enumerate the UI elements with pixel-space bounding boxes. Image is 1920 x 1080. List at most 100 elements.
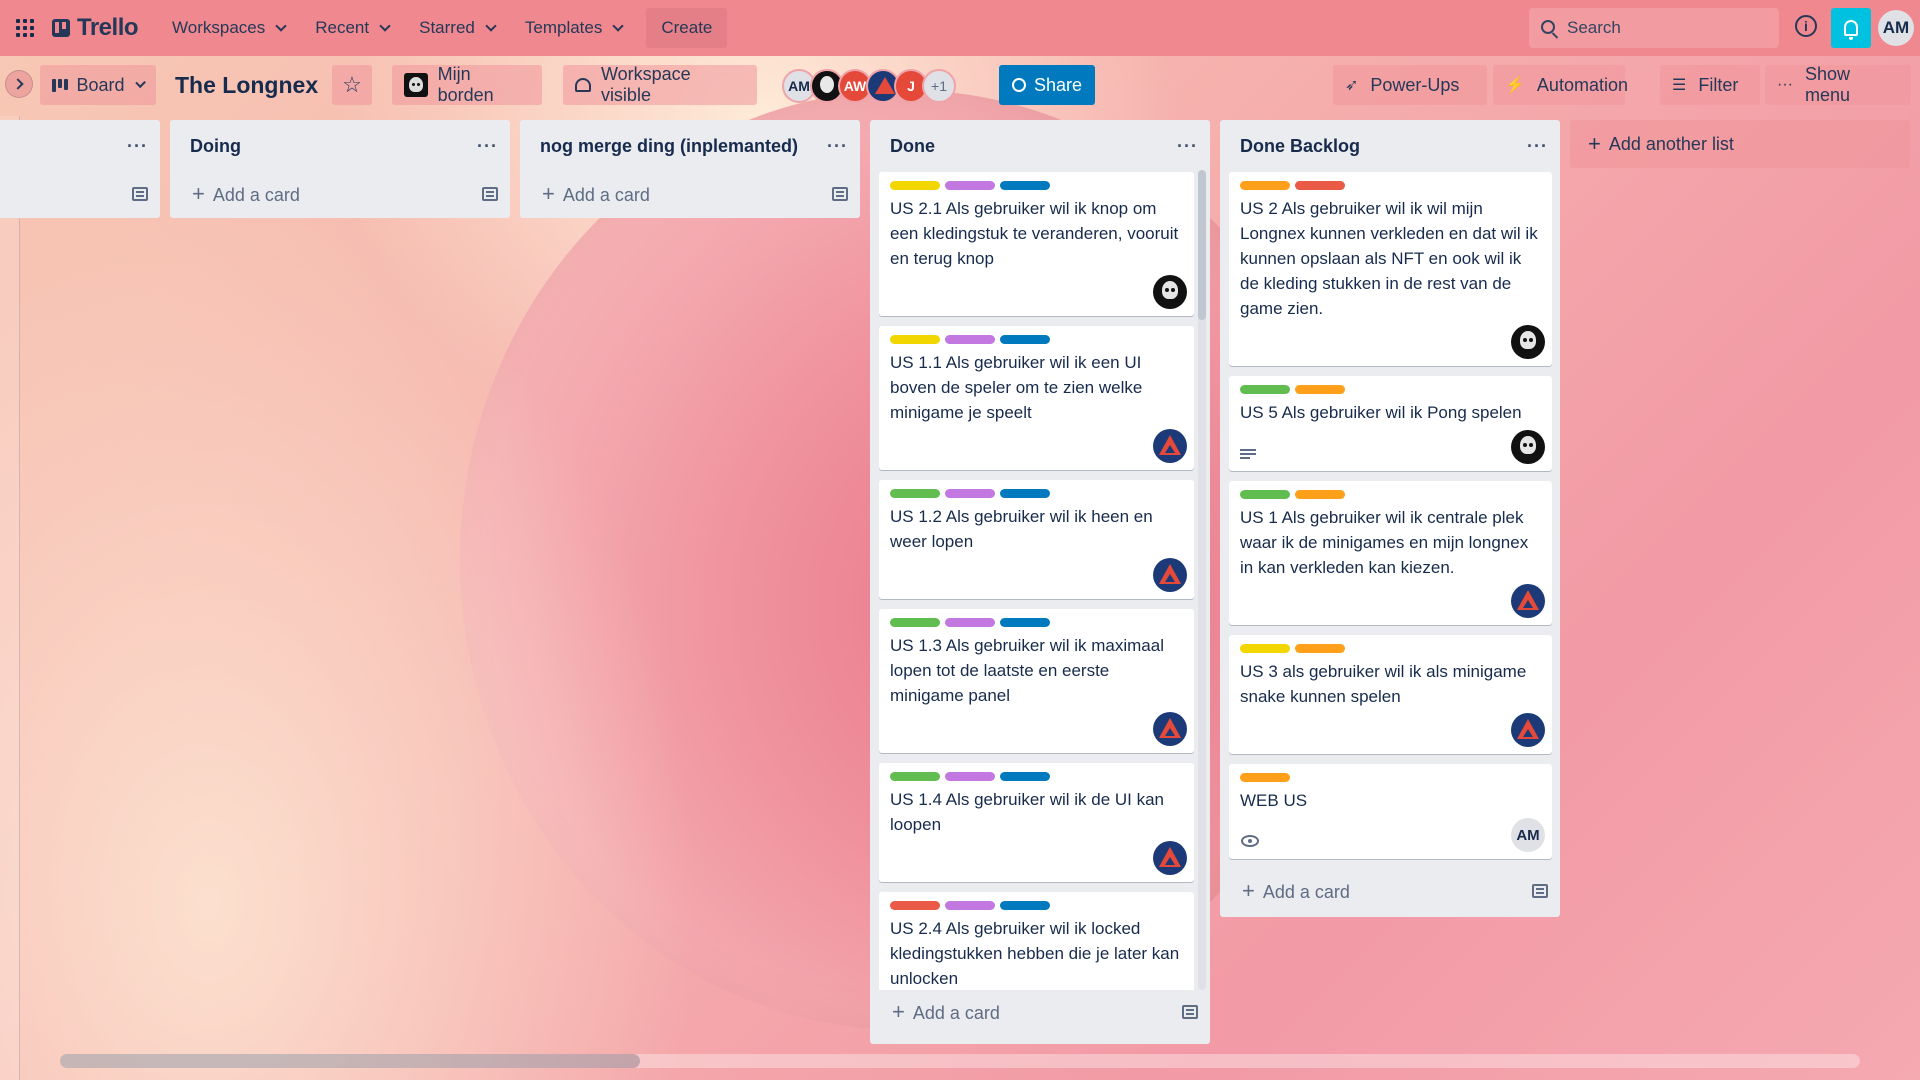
logo-text: Trello bbox=[77, 14, 139, 41]
label-orange[interactable] bbox=[1295, 490, 1345, 499]
label-blue[interactable] bbox=[1000, 181, 1050, 190]
label-orange[interactable] bbox=[1295, 385, 1345, 394]
label-purple[interactable] bbox=[945, 901, 995, 910]
label-yellow[interactable] bbox=[890, 181, 940, 190]
label-purple[interactable] bbox=[945, 618, 995, 627]
label-blue[interactable] bbox=[1000, 489, 1050, 498]
label-purple[interactable] bbox=[945, 489, 995, 498]
star-button[interactable]: ☆ bbox=[332, 65, 372, 105]
label-green[interactable] bbox=[890, 618, 940, 627]
label-yellow[interactable] bbox=[1240, 644, 1290, 653]
card[interactable]: US 2.4 Als gebruiker wil ik locked kledi… bbox=[879, 892, 1194, 990]
member-avatar[interactable] bbox=[1511, 584, 1545, 618]
label-blue[interactable] bbox=[1000, 901, 1050, 910]
label-yellow[interactable] bbox=[890, 335, 940, 344]
more-members[interactable]: +1 bbox=[922, 69, 956, 103]
add-card-button[interactable]: + Add a card bbox=[542, 181, 650, 207]
nav-starred[interactable]: Starred bbox=[407, 10, 507, 46]
create-button[interactable]: Create bbox=[646, 8, 728, 48]
chevron-down-icon bbox=[134, 77, 146, 89]
add-card-button[interactable]: + Add a card bbox=[192, 181, 300, 207]
view-switcher[interactable]: Board bbox=[40, 65, 156, 105]
view-label: Board bbox=[76, 74, 125, 95]
card-template-icon[interactable] bbox=[832, 187, 848, 201]
member-avatar[interactable]: AM bbox=[1511, 818, 1545, 852]
list-title[interactable]: Doing bbox=[190, 136, 241, 157]
card[interactable]: US 3 als gebruiker wil ik als minigame s… bbox=[1229, 635, 1552, 754]
member-avatar[interactable] bbox=[1511, 713, 1545, 747]
card[interactable]: US 1.3 Als gebruiker wil ik maximaal lop… bbox=[879, 609, 1194, 753]
nav-templates[interactable]: Templates bbox=[513, 10, 634, 46]
card-template-icon[interactable] bbox=[1182, 1005, 1198, 1019]
card[interactable]: US 2 Als gebruiker wil ik wil mijn Longn… bbox=[1229, 172, 1552, 366]
list-title[interactable]: Done Backlog bbox=[1240, 136, 1360, 157]
card-template-icon[interactable] bbox=[482, 187, 498, 201]
label-green[interactable] bbox=[890, 772, 940, 781]
workspace-button[interactable]: Mijn borden bbox=[392, 64, 542, 105]
label-orange[interactable] bbox=[1240, 181, 1290, 190]
member-avatar[interactable] bbox=[1511, 325, 1545, 359]
list-scrollbar[interactable] bbox=[1198, 170, 1206, 320]
label-red[interactable] bbox=[890, 901, 940, 910]
label-blue[interactable] bbox=[1000, 618, 1050, 627]
search-input[interactable]: Search bbox=[1529, 8, 1779, 48]
card-title: WEB US bbox=[1240, 791, 1308, 810]
member-avatar[interactable] bbox=[1511, 430, 1545, 464]
member-avatar[interactable] bbox=[1153, 429, 1187, 463]
label-orange[interactable] bbox=[1240, 773, 1290, 782]
card[interactable]: US 2.1 Als gebruiker wil ik knop om een … bbox=[879, 172, 1194, 316]
expand-sidebar-button[interactable] bbox=[5, 70, 33, 98]
list-title[interactable]: Done bbox=[890, 136, 935, 157]
add-card-button[interactable]: + Add a card bbox=[1242, 878, 1350, 904]
label-purple[interactable] bbox=[945, 181, 995, 190]
list-menu-icon[interactable]: ··· bbox=[477, 136, 498, 157]
card[interactable]: US 5 Als gebruiker wil ik Pong spelen bbox=[1229, 376, 1552, 471]
filter-button[interactable]: ☰ Filter bbox=[1660, 65, 1760, 105]
add-list-button[interactable]: + Add another list bbox=[1570, 120, 1910, 168]
card[interactable]: US 1.2 Als gebruiker wil ik heen en weer… bbox=[879, 480, 1194, 599]
card-template-icon[interactable] bbox=[132, 187, 148, 201]
nav-recent[interactable]: Recent bbox=[303, 10, 401, 46]
lightning-icon: ⚡ bbox=[1505, 77, 1525, 94]
board-scrollbar[interactable] bbox=[60, 1054, 640, 1068]
card[interactable]: US 1 Als gebruiker wil ik centrale plek … bbox=[1229, 481, 1552, 625]
powerups-button[interactable]: ➶ Power-Ups bbox=[1333, 65, 1487, 105]
list-doing: Doing ··· + Add a card bbox=[170, 120, 510, 218]
list-menu-icon[interactable]: ··· bbox=[1177, 136, 1198, 157]
automation-button[interactable]: ⚡ Automation bbox=[1493, 65, 1628, 105]
member-avatar[interactable] bbox=[1153, 712, 1187, 746]
share-button[interactable]: Share bbox=[999, 65, 1096, 105]
board-title[interactable]: The Longnex bbox=[175, 72, 318, 99]
label-green[interactable] bbox=[1240, 385, 1290, 394]
card[interactable]: US 1.1 Als gebruiker wil ik een UI boven… bbox=[879, 326, 1194, 470]
label-purple[interactable] bbox=[945, 335, 995, 344]
list-title[interactable]: nog merge ding (inplemanted) bbox=[540, 136, 798, 157]
visibility-button[interactable]: Workspace visible bbox=[563, 64, 757, 105]
member-avatar[interactable] bbox=[1153, 558, 1187, 592]
account-avatar[interactable]: AM bbox=[1878, 10, 1914, 46]
list-menu-icon[interactable]: ··· bbox=[1527, 136, 1548, 157]
card-template-icon[interactable] bbox=[1532, 884, 1548, 898]
label-blue[interactable] bbox=[1000, 335, 1050, 344]
workspace-name: Mijn borden bbox=[437, 64, 494, 105]
label-purple[interactable] bbox=[945, 772, 995, 781]
app-switcher-icon[interactable] bbox=[12, 15, 38, 41]
label-green[interactable] bbox=[1240, 490, 1290, 499]
member-avatar[interactable] bbox=[1153, 275, 1187, 309]
trello-logo[interactable]: Trello bbox=[52, 14, 139, 42]
card[interactable]: WEB US AM bbox=[1229, 764, 1552, 859]
card[interactable]: US 1.4 Als gebruiker wil ik de UI kan lo… bbox=[879, 763, 1194, 882]
label-blue[interactable] bbox=[1000, 772, 1050, 781]
nav-workspaces[interactable]: Workspaces bbox=[160, 10, 297, 46]
info-icon[interactable]: i bbox=[1795, 15, 1817, 37]
notifications-button[interactable] bbox=[1831, 8, 1871, 48]
member-avatar[interactable] bbox=[1153, 841, 1187, 875]
add-card-button[interactable]: + Add a card bbox=[892, 999, 1000, 1025]
chevron-down-icon bbox=[275, 20, 287, 32]
label-orange[interactable] bbox=[1295, 644, 1345, 653]
list-menu-icon[interactable]: ··· bbox=[827, 136, 848, 157]
label-red[interactable] bbox=[1295, 181, 1345, 190]
label-green[interactable] bbox=[890, 489, 940, 498]
show-menu-button[interactable]: ··· Show menu bbox=[1765, 64, 1911, 105]
list-menu-icon[interactable]: ··· bbox=[127, 136, 148, 157]
